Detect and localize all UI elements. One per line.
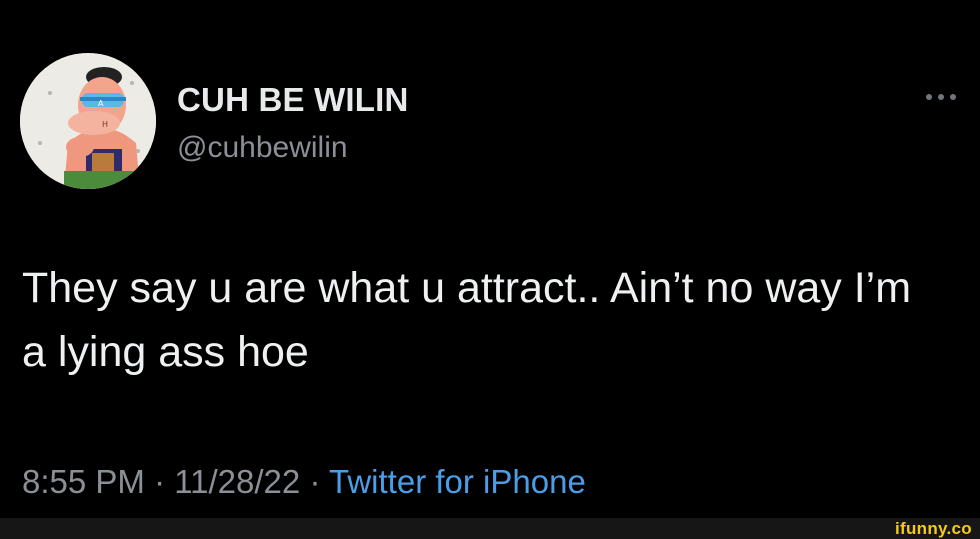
display-name[interactable]: CUH BE WILIN — [177, 80, 409, 120]
svg-text:H: H — [102, 120, 108, 129]
more-options-button[interactable] — [918, 84, 964, 110]
separator: · — [154, 463, 166, 500]
tweet-card: A H CUH BE WILIN @cuhbewilin They say u … — [0, 0, 980, 518]
tweet-time[interactable]: 8:55 PM — [22, 463, 145, 500]
user-handle[interactable]: @cuhbewilin — [177, 130, 348, 166]
more-options-icon — [926, 94, 956, 100]
dot — [926, 94, 932, 100]
watermark-bar — [0, 518, 980, 539]
tweet-text: They say u are what u attract.. Ain’t no… — [22, 264, 912, 376]
svg-text:A: A — [98, 99, 104, 108]
dot — [938, 94, 944, 100]
dot — [950, 94, 956, 100]
cartoon-character-icon: A H — [20, 53, 156, 189]
separator: · — [309, 463, 321, 500]
tweet-metadata: 8:55 PM · 11/28/22 · Twitter for iPhone — [22, 462, 586, 502]
tweet-source-link[interactable]: Twitter for iPhone — [329, 463, 586, 500]
ifunny-watermark: ifunny.co — [895, 519, 972, 538]
tweet-date[interactable]: 11/28/22 — [174, 463, 300, 500]
avatar[interactable]: A H — [20, 53, 156, 189]
